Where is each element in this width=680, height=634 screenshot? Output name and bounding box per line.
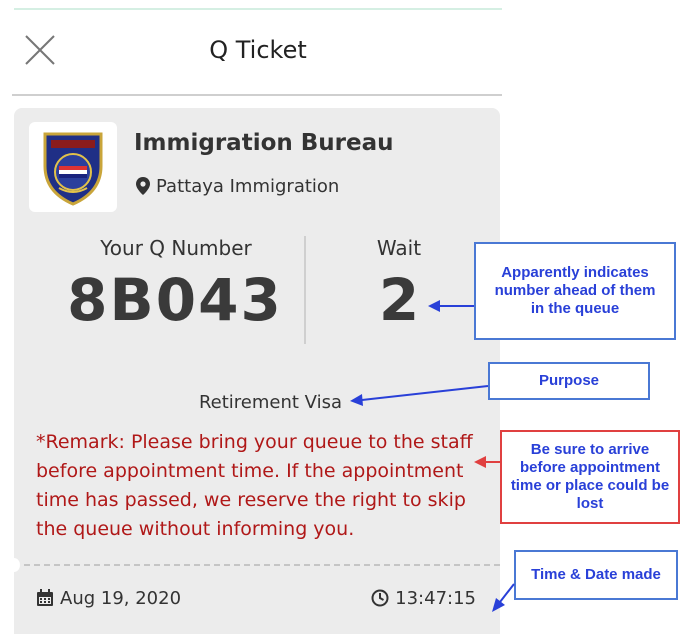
- annotation-arrows: [350, 300, 515, 612]
- arrow-to-purpose: [350, 385, 489, 406]
- arrow-to-wait: [428, 300, 474, 312]
- arrow-to-remark: [474, 456, 500, 468]
- arrow-to-time: [492, 583, 515, 612]
